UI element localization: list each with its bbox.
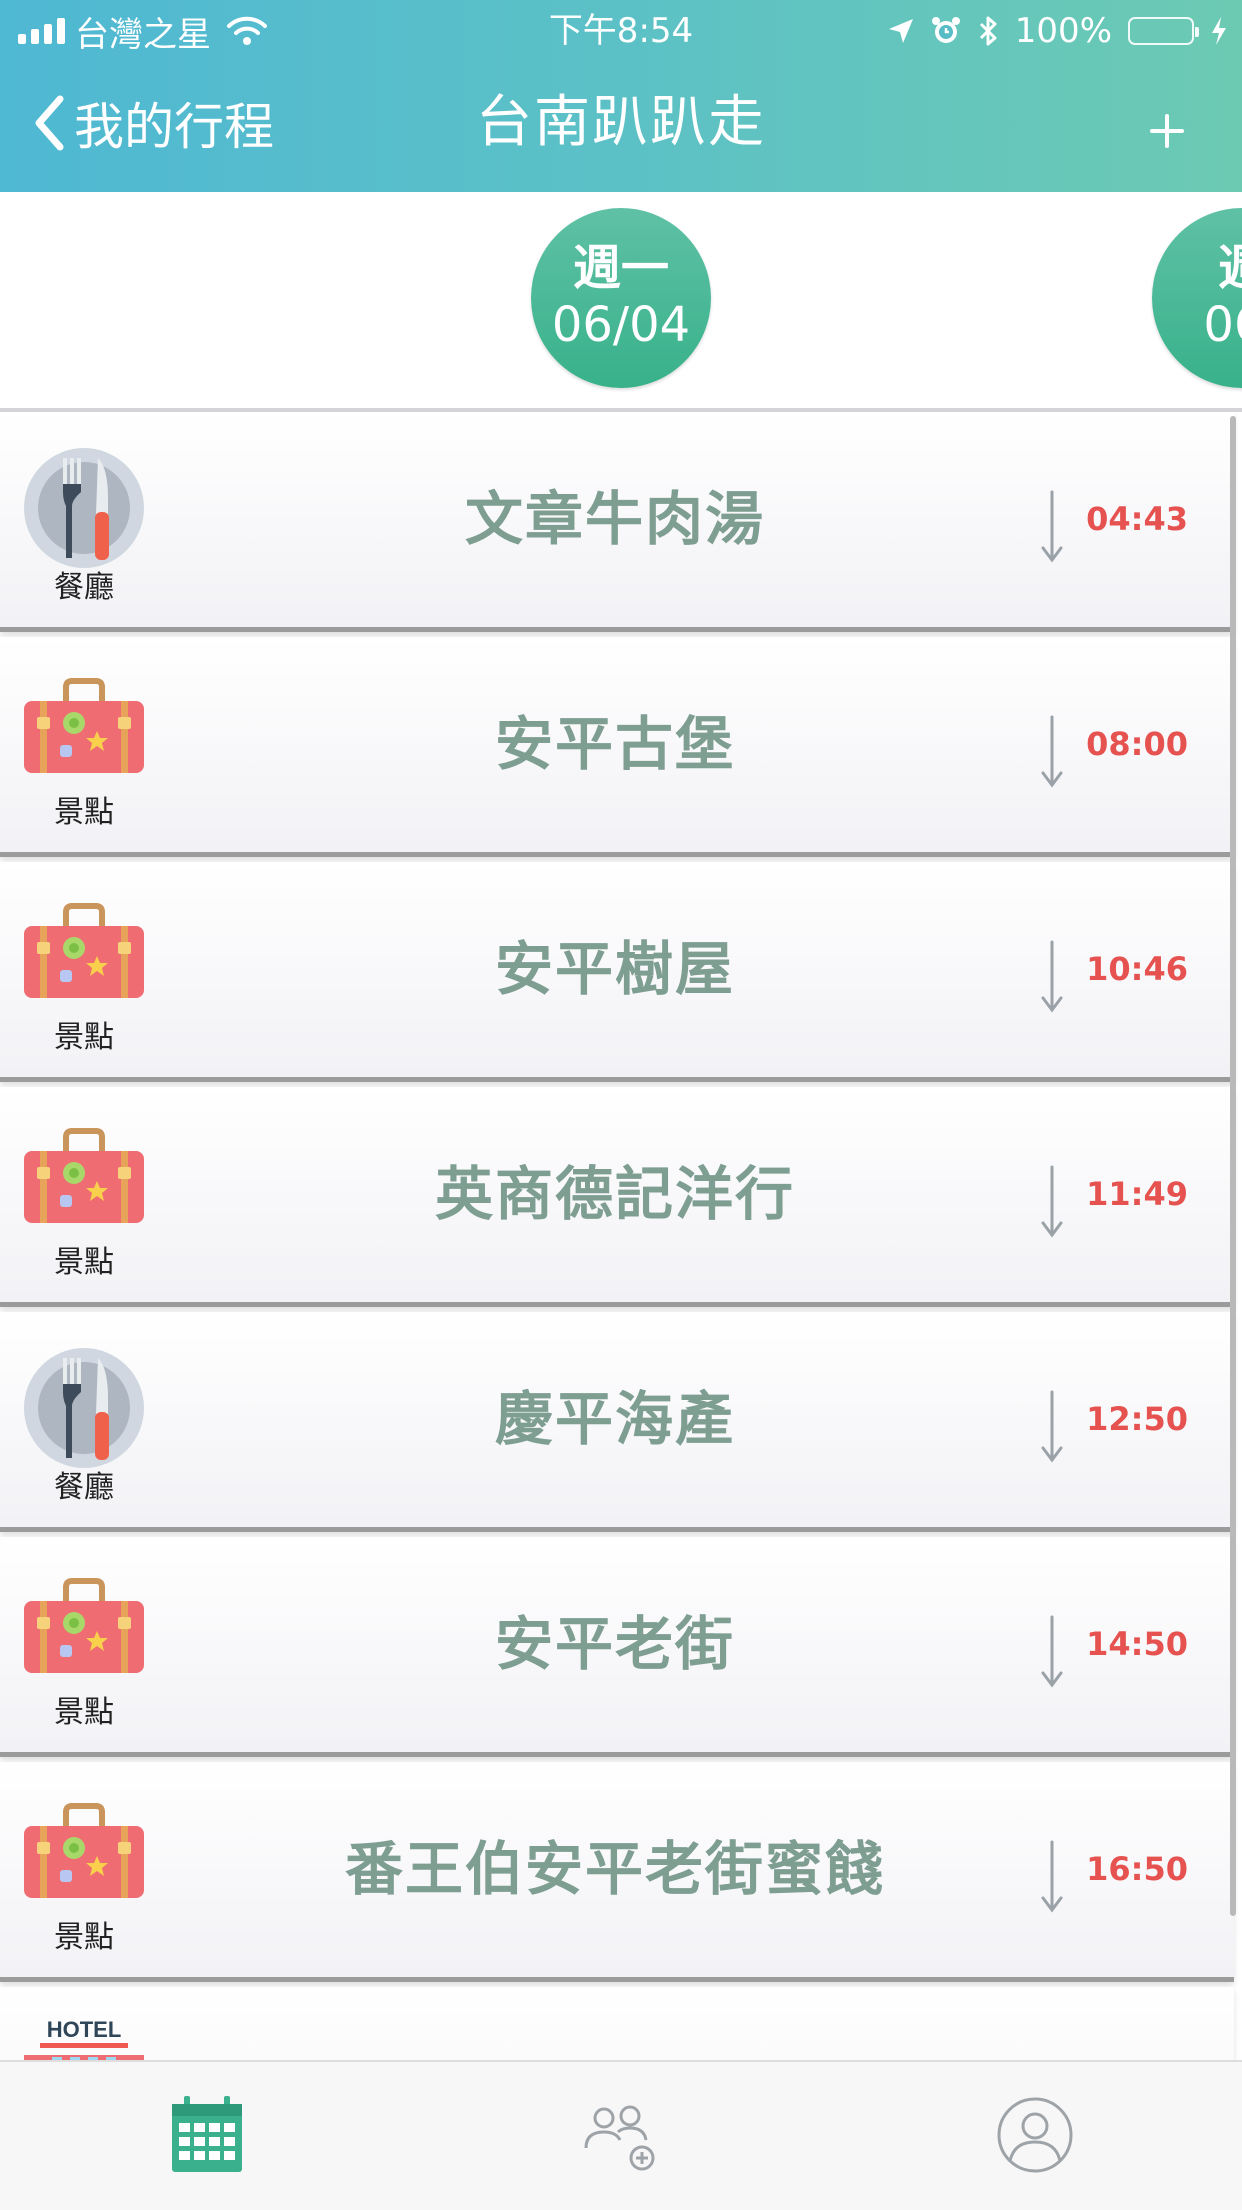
add-button[interactable] (1132, 96, 1202, 166)
category-label: 景點 (54, 795, 114, 830)
day-weekday: 週一 (572, 240, 669, 296)
category-badge: 景點 (22, 671, 146, 831)
tab-friends[interactable] (576, 2090, 666, 2180)
place-name: 文章牛肉湯 (464, 485, 765, 553)
profile-icon (997, 2097, 1073, 2173)
category-label: 餐廳 (54, 570, 114, 605)
arrow-down-icon (1041, 715, 1063, 788)
restaurant-icon (24, 1348, 144, 1468)
item-time: 10:46 (1086, 950, 1188, 988)
arrow-down-icon (1041, 1165, 1063, 1238)
category-label: 景點 (54, 1695, 114, 1730)
itinerary-item[interactable]: 景點 安平樹屋 10:46 (0, 862, 1234, 1082)
category-badge: 景點 (22, 1796, 146, 1956)
category-badge: 餐廳 (22, 1346, 146, 1506)
charging-icon (1210, 16, 1228, 46)
bluetooth-icon (977, 15, 999, 47)
day-selector: 週一 06/04 週 06/ (0, 192, 1242, 412)
itinerary-item[interactable]: 餐廳 慶平海產 12:50 (0, 1312, 1234, 1532)
nav-bar: 我的行程 台南趴趴走 (0, 60, 1242, 192)
category-badge: 餐廳 (22, 446, 146, 606)
battery-percent: 100% (1014, 11, 1112, 51)
place-name: 番王伯安平老街蜜餞 (344, 1835, 885, 1903)
tab-bar (0, 2060, 1242, 2210)
item-time: 14:50 (1086, 1625, 1188, 1663)
arrow-down-icon (1041, 1390, 1063, 1463)
status-bar: 台灣之星 下午8:54 100% (0, 0, 1242, 60)
plus-icon (1150, 114, 1184, 148)
itinerary-item[interactable]: 餐廳 文章牛肉湯 04:43 (0, 412, 1234, 632)
friends-add-icon (584, 2105, 655, 2171)
page-title: 台南趴趴走 (476, 90, 766, 155)
suitcase-icon (24, 1578, 144, 1673)
place-name: 安平老街 (494, 1610, 735, 1678)
arrow-down-icon (1041, 1615, 1063, 1688)
itinerary-list: 餐廳 文章牛肉湯 04:43 景點 安平古堡 08:00 景點 安平樹屋 10:… (0, 412, 1242, 2060)
place-name: 英商德記洋行 (434, 1160, 795, 1228)
place-name: 安平古堡 (494, 710, 735, 778)
item-time: 11:49 (1086, 1175, 1188, 1213)
item-time: 04:43 (1086, 500, 1188, 538)
itinerary-item[interactable]: 景點 番王伯安平老街蜜餞 16:50 (0, 1762, 1234, 1982)
item-time: 16:50 (1086, 1850, 1188, 1888)
itinerary-item-partial[interactable]: HOTEL (0, 1987, 1234, 2060)
category-label: 景點 (54, 1020, 114, 1055)
alarm-icon (931, 16, 961, 46)
itinerary-item[interactable]: 景點 安平老街 14:50 (0, 1537, 1234, 1757)
suitcase-icon (24, 1803, 144, 1898)
itinerary-item[interactable]: 景點 英商德記洋行 11:49 (0, 1087, 1234, 1307)
itinerary-item[interactable]: 景點 安平古堡 08:00 (0, 637, 1234, 857)
item-time: 12:50 (1086, 1400, 1188, 1438)
day-date: 06/ (1203, 297, 1242, 353)
arrow-down-icon (1041, 490, 1063, 563)
scrollbar[interactable] (1230, 416, 1236, 1916)
suitcase-icon (24, 1128, 144, 1223)
category-label: 餐廳 (54, 1470, 114, 1505)
category-badge: 景點 (22, 896, 146, 1056)
arrow-down-icon (1041, 1840, 1063, 1913)
suitcase-icon (24, 678, 144, 773)
battery-icon (1128, 17, 1199, 45)
tab-profile[interactable] (990, 2090, 1080, 2180)
calendar-icon (172, 2096, 242, 2172)
restaurant-icon (24, 448, 144, 568)
location-arrow-icon (887, 17, 915, 45)
day-date: 06/04 (551, 297, 691, 353)
day-tab-monday[interactable]: 週一 06/04 (531, 208, 711, 388)
category-label: 景點 (54, 1920, 114, 1955)
category-badge: 景點 (22, 1121, 146, 1281)
place-name: 慶平海產 (494, 1385, 735, 1453)
hotel-icon: HOTEL (24, 2017, 144, 2060)
suitcase-icon (24, 903, 144, 998)
day-weekday: 週 (1152, 240, 1242, 296)
tab-schedule[interactable] (162, 2090, 252, 2180)
status-right: 100% (887, 8, 1228, 54)
category-label: 景點 (54, 1245, 114, 1280)
day-tab-next[interactable]: 週 06/ (1152, 208, 1242, 388)
item-time: 08:00 (1086, 725, 1188, 763)
place-name: 安平樹屋 (494, 935, 735, 1003)
category-badge: 景點 (22, 1571, 146, 1731)
header: 台灣之星 下午8:54 100% 我的行程 台南趴趴走 (0, 0, 1242, 192)
hotel-icon-text: HOTEL (47, 2017, 122, 2042)
arrow-down-icon (1041, 940, 1063, 1013)
